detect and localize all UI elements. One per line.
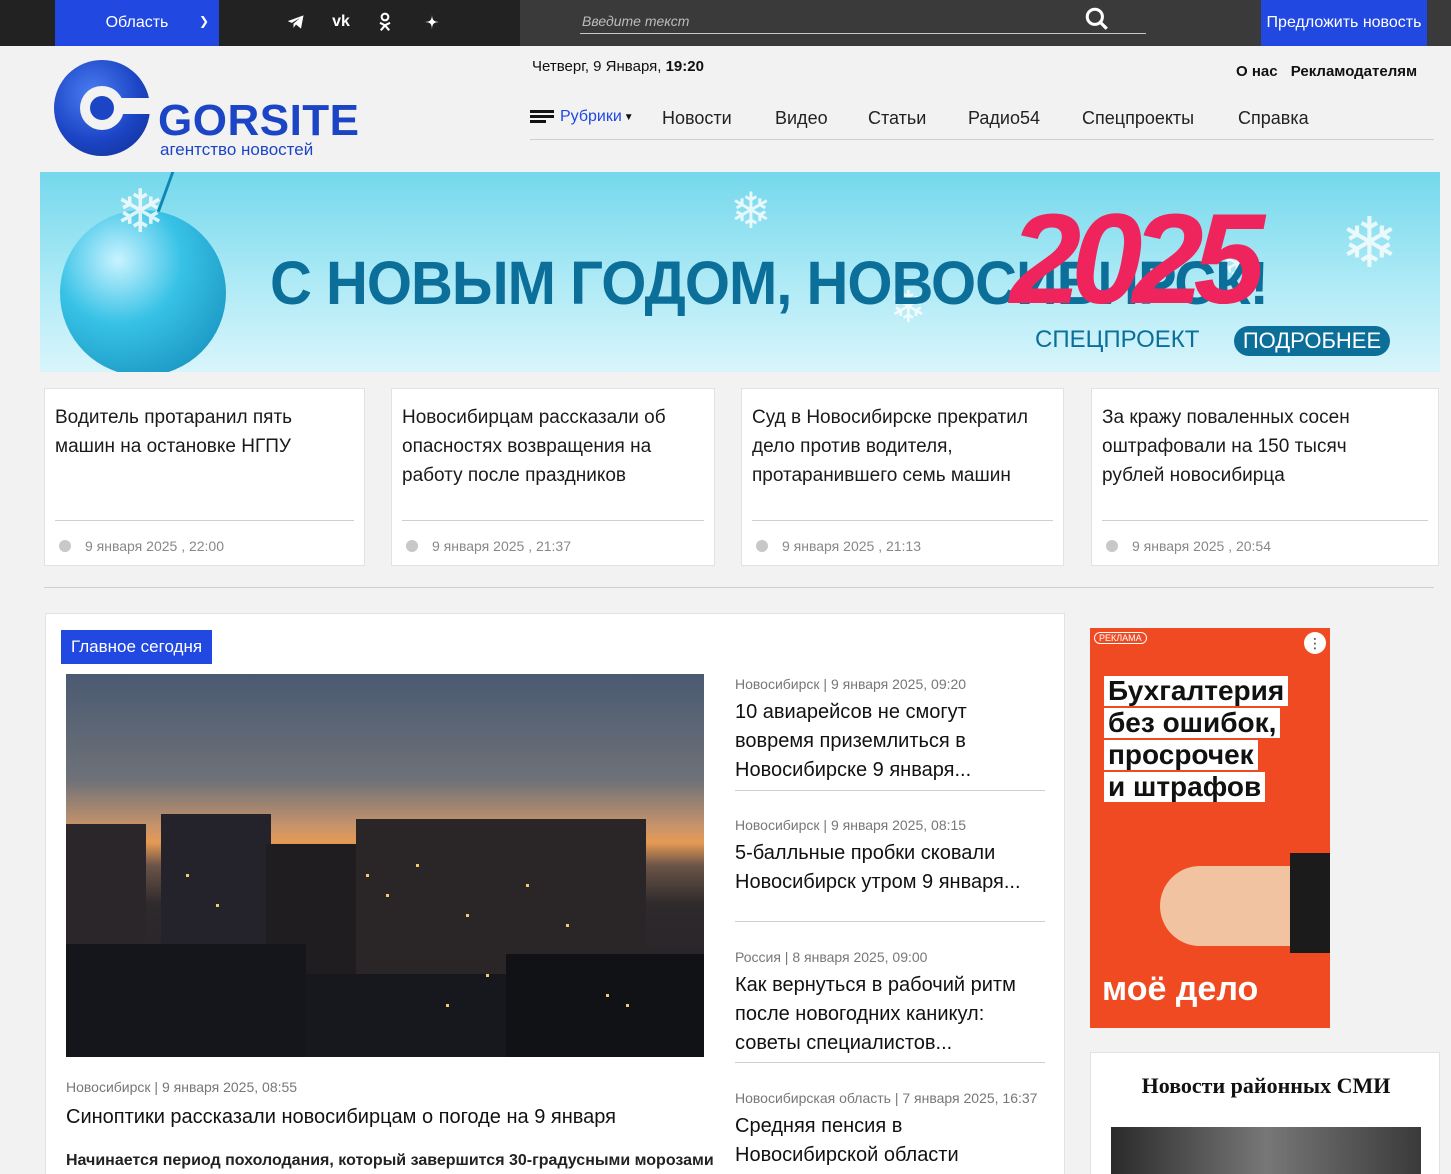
- side-news-divider: [735, 790, 1045, 791]
- ad-headline-line: без ошибок,: [1104, 708, 1281, 738]
- news-card-date-text: 9 января 2025 , 22:00: [85, 538, 225, 554]
- current-datetime: Четверг, 9 Января, 19:20: [532, 58, 704, 75]
- section-divider: [44, 587, 1434, 588]
- nav-item-specprojects[interactable]: Спецпроекты: [1082, 108, 1194, 129]
- news-card[interactable]: Новосибирцам рассказали об опасностях во…: [391, 388, 715, 566]
- snowflake-icon: ❄: [730, 183, 772, 239]
- clock-icon: [756, 540, 768, 552]
- rubrics-menu[interactable]: Рубрики ▼: [530, 108, 634, 126]
- snowflake-icon: ❄: [1340, 204, 1399, 282]
- news-card-title[interactable]: Суд в Новосибирске прекратил дело против…: [752, 403, 1062, 490]
- logo-tagline: агентство новостей: [160, 140, 314, 159]
- odnoklassniki-icon[interactable]: [369, 6, 401, 38]
- logo-mark: [54, 60, 154, 156]
- logo-brand: GORSITE: [158, 96, 360, 145]
- lead-news-photo[interactable]: [66, 674, 704, 1057]
- header-links: О нас Рекламодателям: [1236, 63, 1426, 80]
- banner-year: 2025: [1010, 188, 1265, 331]
- news-card-date-text: 9 января 2025 , 21:13: [782, 538, 922, 554]
- top-bar: Область ❯ vk Предложить новость: [0, 0, 1451, 46]
- side-news-divider: [735, 921, 1045, 922]
- new-year-banner[interactable]: ❄ ❄ ❄ ❄ ❄ С НОВЫМ ГОДОМ, НОВОСИБИРСК! 20…: [40, 172, 1440, 372]
- news-card-divider: [1102, 520, 1428, 521]
- banner-more-button[interactable]: ПОДРОБНЕЕ: [1234, 326, 1390, 356]
- side-news-item[interactable]: Новосибирск | 9 января 2025, 08:15 5-бал…: [735, 817, 1045, 922]
- suggest-news-button[interactable]: Предложить новость: [1261, 0, 1427, 46]
- news-card[interactable]: Суд в Новосибирске прекратил дело против…: [741, 388, 1064, 566]
- news-card[interactable]: Водитель протаранил пять машин на остано…: [44, 388, 365, 566]
- news-card-date: 9 января 2025 , 22:00: [59, 538, 225, 554]
- current-date: Четверг, 9 Января,: [532, 58, 662, 75]
- current-time: 19:20: [665, 58, 704, 75]
- menu-icon: [530, 110, 554, 124]
- side-news-item[interactable]: Новосибирск | 9 января 2025, 09:20 10 ав…: [735, 676, 1045, 791]
- lead-news-summary: Начинается период похолодания, который з…: [66, 1152, 714, 1169]
- news-card-divider: [55, 520, 354, 521]
- ad-brand: моё дело: [1102, 970, 1259, 1008]
- nav-item-radio[interactable]: Радио54: [968, 108, 1040, 129]
- news-card-date-text: 9 января 2025 , 21:37: [432, 538, 572, 554]
- main-today-badge: Главное сегодня: [61, 630, 213, 664]
- snapping-hand-image: [1160, 866, 1310, 946]
- nav-item-video[interactable]: Видео: [775, 108, 828, 129]
- clock-icon: [59, 540, 71, 552]
- ad-label: РЕКЛАМА: [1094, 632, 1147, 644]
- clock-icon: [1106, 540, 1118, 552]
- nav-item-news[interactable]: Новости: [662, 108, 732, 129]
- side-news-item[interactable]: Россия | 8 января 2025, 09:00 Как вернут…: [735, 949, 1045, 1063]
- district-news-heading: Новости районных СМИ: [1141, 1073, 1391, 1098]
- news-card-date-text: 9 января 2025 , 20:54: [1132, 538, 1272, 554]
- main-nav: Рубрики ▼ Новости Видео Статьи Радио54 С…: [530, 104, 1434, 140]
- main-today-panel: Главное сегодня Новосибирск | 9 января 2…: [45, 613, 1065, 1174]
- search-box: [580, 7, 1146, 34]
- clock-icon: [406, 540, 418, 552]
- more-options-icon[interactable]: ⋮: [1304, 632, 1326, 654]
- nav-item-articles[interactable]: Статьи: [868, 108, 926, 129]
- side-news-divider: [735, 1062, 1045, 1063]
- lead-news-title[interactable]: Синоптики рассказали новосибирцам о пого…: [66, 1106, 616, 1129]
- side-news-title[interactable]: 5-балльные пробки сковали Новосибирск ут…: [735, 839, 1045, 897]
- region-label: Область: [105, 14, 169, 31]
- advertisement-banner[interactable]: РЕКЛАМА ⋮ Бухгалтерия без ошибок, просро…: [1090, 628, 1330, 1028]
- vk-icon[interactable]: vk: [325, 6, 357, 38]
- chevron-down-icon: ❯: [198, 14, 209, 28]
- ad-headline-line: просрочек: [1104, 740, 1258, 770]
- ad-headline-line: Бухгалтерия: [1104, 676, 1289, 706]
- side-news-item[interactable]: Новосибирская область | 7 января 2025, 1…: [735, 1090, 1045, 1170]
- news-card-date: 9 января 2025 , 20:54: [1106, 538, 1272, 554]
- about-link[interactable]: О нас: [1236, 63, 1278, 80]
- search-input[interactable]: [580, 10, 1080, 32]
- region-select[interactable]: Область ❯: [55, 0, 219, 46]
- side-news-meta: Новосибирская область | 7 января 2025, 1…: [735, 1090, 1038, 1106]
- district-news-thumbnail[interactable]: [1111, 1127, 1421, 1174]
- ad-headline-line: и штрафов: [1104, 772, 1266, 802]
- news-card[interactable]: За кражу поваленных сосен оштрафовали на…: [1091, 388, 1439, 566]
- side-news-meta: Новосибирск | 9 января 2025, 08:15: [735, 817, 967, 833]
- news-card-title[interactable]: За кражу поваленных сосен оштрафовали на…: [1102, 403, 1402, 490]
- news-card-title[interactable]: Водитель протаранил пять машин на остано…: [55, 403, 345, 461]
- news-card-date: 9 января 2025 , 21:13: [756, 538, 922, 554]
- side-news-title[interactable]: 10 авиарейсов не смогут вовремя приземли…: [735, 698, 1045, 785]
- sleeve-image: [1290, 853, 1330, 953]
- rubrics-label: Рубрики: [560, 108, 622, 125]
- banner-special-label: СПЕЦПРОЕКТ: [1035, 326, 1200, 353]
- side-news-title[interactable]: Как вернуться в рабочий ритм после новог…: [735, 971, 1045, 1058]
- news-card-divider: [402, 520, 704, 521]
- telegram-icon[interactable]: [280, 6, 312, 38]
- search-icon[interactable]: [1084, 6, 1110, 32]
- lead-news-meta: Новосибирск | 9 января 2025, 08:55: [66, 1079, 298, 1095]
- caret-down-icon: ▼: [623, 111, 634, 123]
- nav-item-help[interactable]: Справка: [1238, 108, 1309, 129]
- side-news-title[interactable]: Средняя пенсия в Новосибирской области: [735, 1112, 1045, 1170]
- zen-icon[interactable]: [416, 6, 448, 38]
- news-card-title[interactable]: Новосибирцам рассказали об опасностях во…: [402, 403, 702, 490]
- site-logo[interactable]: GORSITE агентство новостей: [54, 60, 374, 160]
- district-news-panel: Новости районных СМИ: [1090, 1052, 1440, 1174]
- news-card-date: 9 января 2025 , 21:37: [406, 538, 572, 554]
- side-news-meta: Россия | 8 января 2025, 09:00: [735, 949, 928, 965]
- news-card-divider: [752, 520, 1053, 521]
- advertisers-link[interactable]: Рекламодателям: [1291, 63, 1417, 80]
- side-news-meta: Новосибирск | 9 января 2025, 09:20: [735, 676, 967, 692]
- snowflake-icon: ❄: [115, 178, 166, 245]
